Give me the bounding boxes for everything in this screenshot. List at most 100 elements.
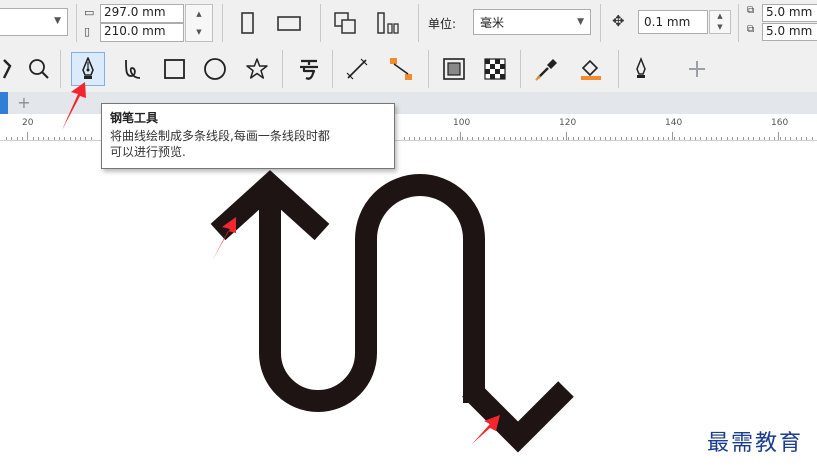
duplicate-y-field[interactable]: 5.0 mm	[762, 23, 817, 41]
ruler-tick	[531, 137, 532, 140]
ruler-tick	[557, 137, 558, 140]
ellipse-tool-button[interactable]	[198, 52, 232, 86]
spin-up-icon[interactable]: ▲	[186, 5, 212, 23]
ruler-tick	[409, 137, 410, 140]
spin-up-icon[interactable]: ▲	[710, 11, 730, 22]
ruler-tick	[610, 137, 611, 140]
duplicate-x-icon: ⧉	[747, 5, 755, 16]
page-width-field[interactable]: 297.0 mm	[100, 4, 184, 23]
zoom-tool-button[interactable]	[22, 52, 56, 86]
ruler-tick	[785, 137, 786, 140]
ruler-tick	[790, 137, 791, 140]
spin-down-icon[interactable]: ▼	[186, 23, 212, 41]
spin-down-icon[interactable]: ▼	[710, 22, 730, 33]
ruler-tick	[59, 137, 60, 140]
toolbox	[0, 46, 817, 93]
ruler-tick	[419, 137, 420, 140]
ruler-tick	[647, 137, 648, 140]
landscape-button[interactable]	[272, 6, 306, 40]
drawing-canvas[interactable]	[0, 141, 817, 471]
ruler-tick	[584, 137, 585, 140]
ruler-tick	[536, 137, 537, 140]
current-page-button[interactable]	[370, 6, 404, 40]
rectangle-tool-button[interactable]	[158, 52, 192, 86]
all-pages-icon	[334, 12, 356, 34]
ruler-tick	[85, 137, 86, 140]
ruler-tick	[525, 137, 526, 140]
pen-drawn-path[interactable]	[210, 170, 574, 453]
nudge-icon: ✥	[612, 12, 625, 30]
crop-tool-button[interactable]	[0, 52, 20, 86]
drawing-svg	[210, 170, 574, 453]
ruler-tick	[467, 137, 468, 140]
ruler-tick	[488, 137, 489, 140]
ruler-tick	[441, 137, 442, 140]
ruler-tick	[753, 137, 754, 140]
ruler-tick	[764, 137, 765, 140]
smart-fill-tool-button[interactable]	[624, 52, 658, 86]
divider	[222, 4, 223, 42]
portrait-button[interactable]	[230, 6, 264, 40]
duplicate-x-field[interactable]: 5.0 mm	[762, 4, 817, 22]
ruler-tick	[547, 137, 548, 140]
ruler-tick	[404, 137, 405, 140]
tooltip-description-line: 将曲线绘制成多条线段,每画一条线段时都	[110, 129, 330, 143]
ruler-tick	[711, 137, 712, 140]
text-tool-button[interactable]	[292, 52, 326, 86]
ruler-tick	[520, 137, 521, 140]
nudge-spinner[interactable]: ▲ ▼	[709, 10, 731, 34]
ruler-tick	[64, 137, 65, 140]
ruler-tick	[737, 137, 738, 140]
ruler-tick	[600, 137, 601, 140]
customize-toolbox-button[interactable]	[680, 52, 714, 86]
ruler-tick	[759, 137, 760, 140]
page-width-value: 297.0 mm	[104, 5, 166, 19]
parallel-dimension-button[interactable]	[340, 52, 374, 86]
transparency-tool-button[interactable]	[478, 52, 512, 86]
units-label: 单位:	[428, 17, 457, 31]
ruler-tick	[54, 137, 55, 140]
chevron-down-icon: ▼	[54, 16, 61, 26]
text-icon	[300, 59, 318, 80]
all-pages-button[interactable]	[328, 6, 362, 40]
page-height-field[interactable]: 210.0 mm	[100, 23, 184, 42]
ruler-tick	[806, 137, 807, 140]
annotation-arrow	[62, 82, 86, 130]
ruler-tick	[80, 137, 81, 140]
ruler-tick	[552, 137, 553, 140]
ruler-tick	[732, 137, 733, 140]
page-width-icon: ▭	[84, 6, 95, 19]
nudge-field[interactable]: 0.1 mm	[638, 10, 708, 34]
divider	[418, 4, 419, 42]
rectangle-icon	[164, 59, 185, 79]
ruler-tick	[33, 137, 34, 140]
active-tab-indicator	[0, 92, 8, 114]
units-dropdown[interactable]: 毫米 ▼	[473, 9, 591, 35]
pen-tool-tooltip: 钢笔工具 将曲线绘制成多条线段,每画一条线段时都 可以进行预览.	[101, 103, 395, 169]
divider	[600, 4, 601, 42]
ruler-tick	[653, 137, 654, 140]
dimension-icon	[346, 58, 368, 80]
curve-icon	[125, 59, 141, 79]
pen-nib-icon	[636, 56, 646, 78]
ruler-tick	[446, 137, 447, 140]
polygon-tool-button[interactable]	[240, 52, 274, 86]
curve-tool-button[interactable]	[116, 52, 150, 86]
ruler-tick	[563, 137, 564, 140]
eyedropper-tool-button[interactable]	[530, 52, 564, 86]
ruler-tick	[17, 137, 18, 140]
ruler-tick	[642, 137, 643, 140]
ruler-label: 100	[453, 118, 471, 128]
add-tab-button[interactable]: +	[14, 93, 34, 113]
zoom-icon	[29, 59, 49, 79]
page-size-spinner[interactable]: ▲ ▼	[185, 4, 213, 42]
ruler-tick	[780, 137, 781, 140]
ruler-tick	[615, 137, 616, 140]
connector-tool-button[interactable]	[384, 52, 418, 86]
page-size-dropdown[interactable]: ▼	[0, 8, 68, 36]
ruler-tick	[75, 137, 76, 140]
page-height-value: 210.0 mm	[104, 24, 166, 38]
fill-tool-button[interactable]	[574, 52, 608, 86]
drop-shadow-tool-button[interactable]	[437, 52, 471, 86]
divider	[520, 50, 521, 88]
